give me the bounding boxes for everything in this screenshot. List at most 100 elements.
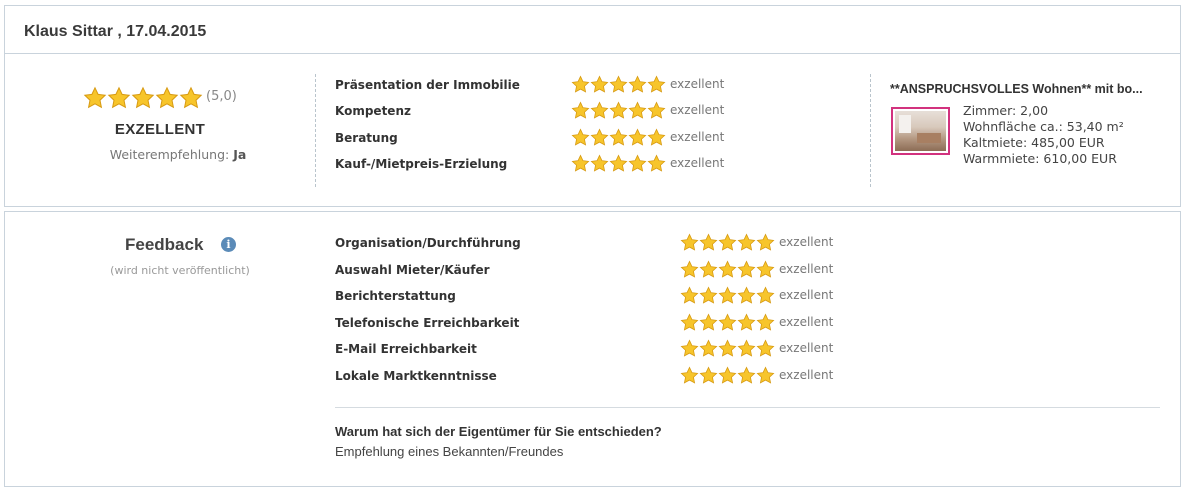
star-icon <box>737 286 756 304</box>
criterion-label: E-Mail Erreichbarkeit <box>335 342 477 357</box>
star-icon <box>718 313 737 331</box>
divider-right <box>870 74 871 187</box>
star-icon <box>107 86 131 109</box>
criterion-rating: exzellent <box>779 261 834 276</box>
criterion-rating: exzellent <box>779 341 834 356</box>
star-icon <box>609 128 628 146</box>
criterion-stars <box>680 366 775 385</box>
criterion-label: Präsentation der Immobilie <box>335 78 520 92</box>
star-icon <box>680 260 699 278</box>
criterion-label: Telefonische Erreichbarkeit <box>335 315 520 330</box>
star-icon <box>590 154 609 172</box>
criterion-stars <box>571 101 666 120</box>
star-icon <box>680 339 699 358</box>
feedback-card: Feedback i (wird nicht veröffentlicht) O… <box>4 211 1181 487</box>
star-icon <box>699 339 718 358</box>
star-icon <box>737 366 756 384</box>
criterion-rating: exzellent <box>779 314 834 329</box>
star-icon <box>590 128 609 146</box>
star-icon <box>131 86 155 109</box>
star-icon <box>756 366 775 384</box>
property-title[interactable]: **ANSPRUCHSVOLLES Wohnen** mit bo... <box>890 82 1143 96</box>
star-icon <box>609 154 628 172</box>
star-icon <box>718 286 737 304</box>
star-icon <box>628 75 647 93</box>
star-icon <box>628 154 647 172</box>
criterion-label: Lokale Marktkenntnisse <box>335 369 497 383</box>
criterion-stars <box>571 128 666 147</box>
star-icon <box>590 75 609 93</box>
overall-stars <box>83 86 203 110</box>
star-icon <box>571 101 590 119</box>
star-icon <box>718 339 737 358</box>
star-icon <box>179 86 203 109</box>
star-icon <box>83 86 107 109</box>
criterion-stars <box>571 154 666 173</box>
feedback-title: Feedback <box>125 235 204 254</box>
criterion-label: Auswahl Mieter/Käufer <box>335 262 490 277</box>
star-icon <box>680 313 699 331</box>
star-icon <box>571 75 590 93</box>
star-icon <box>699 286 718 304</box>
star-icon <box>718 366 737 384</box>
star-icon <box>756 339 775 358</box>
criterion-stars <box>680 313 775 332</box>
star-icon <box>718 260 737 278</box>
overall-label: EXZELLENT <box>114 121 206 138</box>
criterion-stars <box>571 75 666 94</box>
criterion-label: Berichterstattung <box>335 289 456 304</box>
star-icon <box>737 339 756 358</box>
star-icon <box>737 233 756 251</box>
star-icon <box>680 366 699 384</box>
criterion-rating: exzellent <box>670 155 725 170</box>
owner-question: Warum hat sich der Eigentümer für Sie en… <box>335 424 662 439</box>
criterion-stars <box>680 339 775 358</box>
review-header: Klaus Sittar , 17.04.2015 <box>5 6 1180 54</box>
criterion-label: Beratung <box>335 130 398 145</box>
star-icon <box>628 101 647 119</box>
star-icon <box>699 260 718 278</box>
owner-answer: Empfehlung eines Bekannten/Freundes <box>335 444 564 459</box>
star-icon <box>756 313 775 331</box>
criterion-stars <box>680 233 775 252</box>
recommend-value: Ja <box>233 147 247 162</box>
star-icon <box>647 128 666 146</box>
star-icon <box>571 128 590 146</box>
criterion-stars <box>680 260 775 279</box>
property-warm-rent: Warmmiete: 610,00 EUR <box>963 151 1117 166</box>
star-icon <box>647 154 666 172</box>
recommendation: Weiterempfehlung: Ja <box>5 147 351 162</box>
star-icon <box>737 313 756 331</box>
feedback-divider <box>335 407 1160 408</box>
criterion-label: Organisation/Durchführung <box>335 236 521 250</box>
property-area: Wohnfläche ca.: 53,40 m² <box>963 119 1124 134</box>
star-icon <box>756 260 775 278</box>
star-icon <box>647 101 666 119</box>
star-icon <box>571 154 590 172</box>
divider-left <box>315 74 316 187</box>
review-card: Klaus Sittar , 17.04.2015 (5,0) EXZELLEN… <box>4 5 1181 207</box>
criterion-stars <box>680 286 775 305</box>
criterion-rating: exzellent <box>779 368 834 382</box>
star-icon <box>718 233 737 251</box>
property-rooms: Zimmer: 2,00 <box>963 103 1049 118</box>
star-icon <box>699 313 718 331</box>
criterion-rating: exzellent <box>670 103 725 118</box>
star-icon <box>680 286 699 304</box>
star-icon <box>699 366 718 384</box>
star-icon <box>699 233 718 251</box>
star-icon <box>628 128 647 146</box>
property-thumbnail[interactable] <box>891 107 950 155</box>
star-icon <box>609 101 628 119</box>
criterion-rating: exzellent <box>670 129 725 144</box>
star-icon <box>590 101 609 119</box>
recommend-label: Weiterempfehlung: <box>109 147 230 162</box>
feedback-subtitle: (wird nicht veröffentlicht) <box>110 264 250 277</box>
criterion-rating: exzellent <box>670 77 725 91</box>
info-icon[interactable]: i <box>221 237 236 252</box>
criterion-label: Kompetenz <box>335 104 411 119</box>
star-icon <box>647 75 666 93</box>
star-icon <box>737 260 756 278</box>
star-icon <box>680 233 699 251</box>
criterion-rating: exzellent <box>779 288 834 303</box>
